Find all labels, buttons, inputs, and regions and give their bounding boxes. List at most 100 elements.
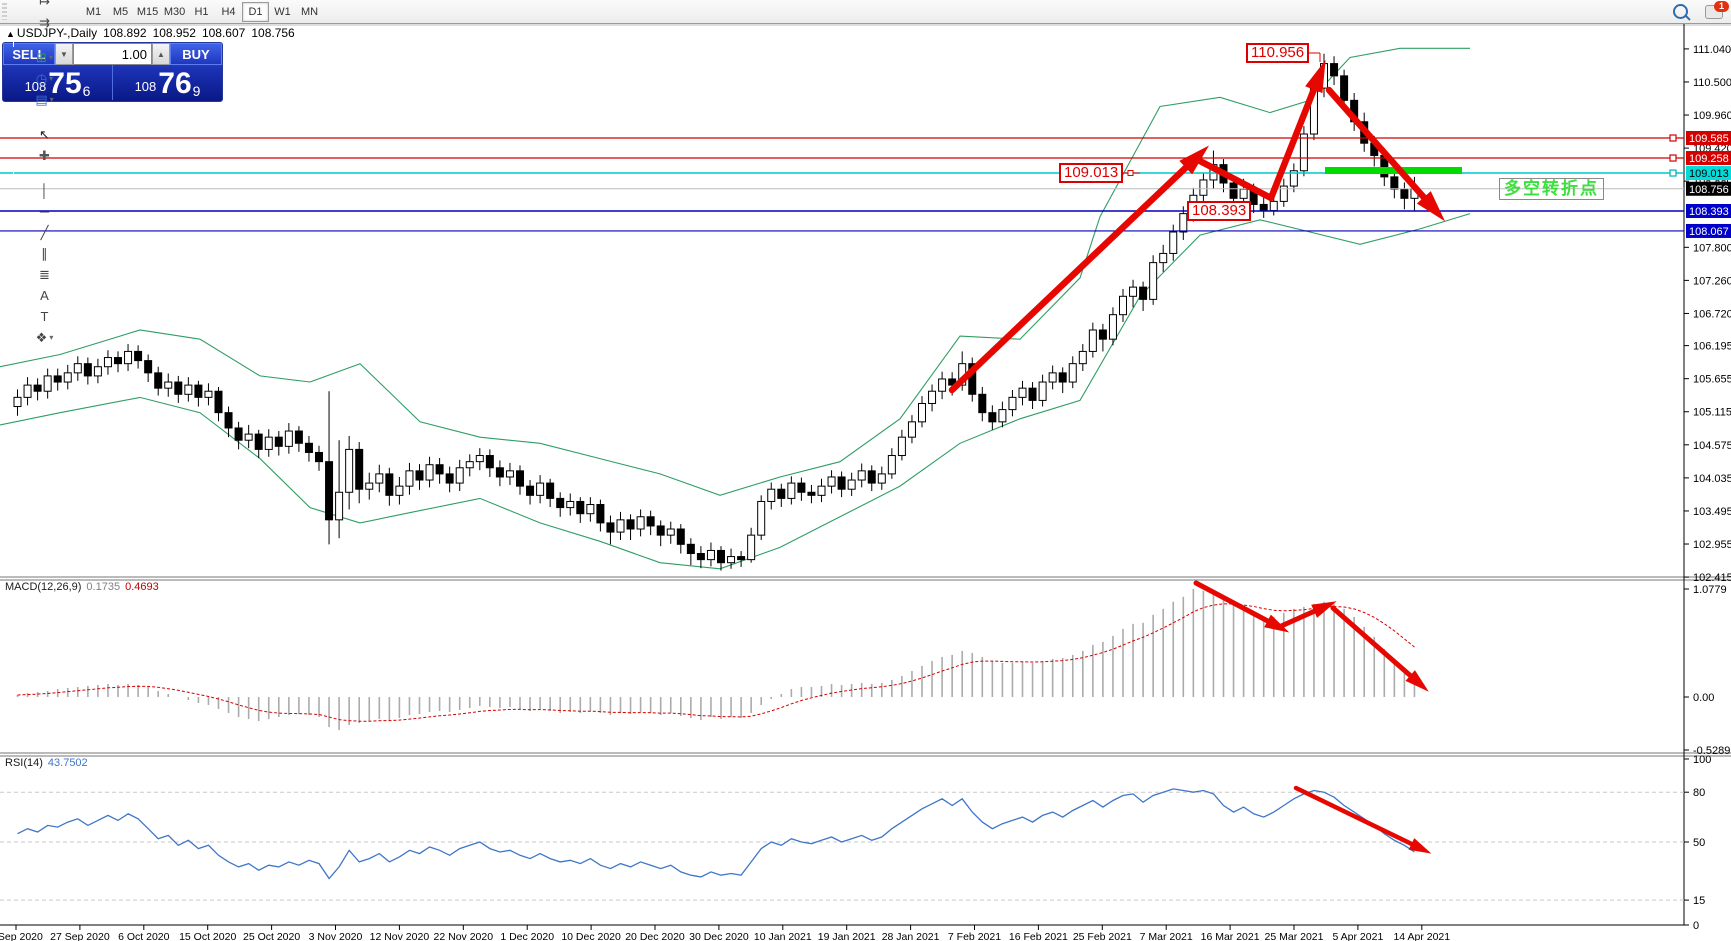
periods-icon-dropdown[interactable]: ▾ bbox=[49, 74, 53, 83]
peak-price-annotation[interactable]: 110.956 bbox=[1246, 43, 1310, 63]
macd-signal-line bbox=[17, 603, 1415, 722]
ohlc-low: 108.607 bbox=[201, 26, 246, 40]
templates-icon-dropdown[interactable]: ▾ bbox=[50, 95, 54, 104]
candle-body bbox=[103, 357, 112, 368]
candle-body bbox=[556, 497, 565, 509]
timeframe-h1[interactable]: H1 bbox=[188, 2, 215, 22]
pivot-zone-bar[interactable] bbox=[1325, 167, 1462, 174]
candle-body bbox=[646, 516, 655, 527]
horizontal-line-button[interactable]: ─ bbox=[10, 201, 79, 222]
add-indicator-icon-dropdown[interactable]: ▾ bbox=[49, 53, 53, 62]
price-axis-tick-label: 104.035 bbox=[1693, 473, 1731, 485]
timeframe-m1[interactable]: M1 bbox=[80, 2, 107, 22]
candle-body bbox=[214, 390, 223, 414]
timeframe-h4[interactable]: H4 bbox=[215, 2, 242, 22]
cursor-button[interactable]: ↖ bbox=[10, 124, 79, 145]
rsi-value: 43.7502 bbox=[47, 757, 88, 769]
timeframe-m15[interactable]: M15 bbox=[134, 2, 161, 22]
date-axis-label: 3 Nov 2020 bbox=[309, 931, 363, 941]
search-icon bbox=[1673, 4, 1688, 19]
price-line-handle[interactable] bbox=[1669, 134, 1677, 142]
crosshair-button[interactable]: ✚ bbox=[10, 145, 79, 166]
shapes-icon-dropdown[interactable]: ▾ bbox=[49, 333, 53, 342]
trend-arrowhead bbox=[1305, 59, 1326, 94]
chat-icon[interactable]: 1 bbox=[1705, 0, 1729, 19]
candle-body bbox=[1018, 387, 1027, 398]
vertical-line-button[interactable]: │ bbox=[10, 180, 79, 201]
price-line-handle[interactable] bbox=[1669, 154, 1677, 162]
candle-body bbox=[1179, 213, 1188, 233]
candle-body bbox=[254, 433, 263, 450]
timeframe-w1[interactable]: W1 bbox=[269, 2, 296, 22]
price-axis-tick-label: 105.115 bbox=[1693, 407, 1731, 419]
candle-body bbox=[1048, 372, 1057, 383]
shapes-button[interactable]: ❖ ▾ bbox=[10, 327, 79, 348]
date-axis-label: 14 Apr 2021 bbox=[1393, 931, 1450, 941]
rsi-axis-label: 0 bbox=[1693, 920, 1699, 932]
trend-arrow[interactable] bbox=[1293, 785, 1425, 852]
fibonacci-icon: ≣ bbox=[39, 266, 50, 282]
candle-body bbox=[154, 372, 163, 389]
timeframe-m30[interactable]: M30 bbox=[161, 2, 188, 22]
candle-body bbox=[284, 430, 293, 447]
price-axis-tick-label: 102.415 bbox=[1693, 572, 1731, 584]
date-axis-label: 16 Feb 2021 bbox=[1009, 931, 1068, 941]
macd-name: MACD(12,26,9) bbox=[5, 581, 82, 593]
candle-body bbox=[23, 384, 32, 398]
candle-body bbox=[204, 390, 213, 398]
candle-body bbox=[53, 375, 62, 383]
date-axis-label: 22 Nov 2020 bbox=[434, 931, 494, 941]
trend-arrow[interactable] bbox=[948, 152, 1202, 394]
buy-button[interactable]: BUY bbox=[170, 43, 222, 65]
trend-arrow[interactable] bbox=[1330, 605, 1423, 687]
candle-body bbox=[325, 461, 334, 521]
text-button[interactable]: A bbox=[10, 285, 79, 306]
trendline-button[interactable]: ╱ bbox=[10, 222, 79, 243]
trend-arrow[interactable] bbox=[1193, 580, 1282, 630]
rsi-label: RSI(14) 43.7502 bbox=[5, 757, 88, 769]
candle-body bbox=[727, 556, 736, 564]
chart-canvas[interactable]: 111.040110.500109.960109.420108.880107.8… bbox=[0, 0, 1731, 941]
candle-body bbox=[1340, 75, 1349, 101]
price-line-handle[interactable] bbox=[1669, 169, 1677, 177]
toolbar-grip[interactable] bbox=[2, 3, 7, 20]
auto-scroll-button[interactable]: ↦ bbox=[10, 0, 79, 12]
candle-body bbox=[505, 470, 514, 478]
candle-body bbox=[1149, 262, 1158, 300]
chart-shift-button[interactable]: ⇉ bbox=[10, 12, 79, 33]
candle-body bbox=[465, 461, 474, 469]
candle-body bbox=[847, 479, 856, 490]
candle-body bbox=[335, 491, 344, 521]
buy-price[interactable]: 108 76 9 bbox=[113, 65, 222, 100]
date-axis-label: 28 Jan 2021 bbox=[882, 931, 940, 941]
candle-body bbox=[1390, 176, 1399, 190]
candle-body bbox=[134, 350, 143, 362]
channel-button[interactable]: ∥ bbox=[10, 243, 79, 264]
text-label-button[interactable]: T bbox=[10, 306, 79, 327]
volume-increase-button[interactable]: ▲ bbox=[152, 43, 170, 65]
pivot-note-annotation[interactable]: 多空转折点 bbox=[1499, 178, 1604, 200]
volume-input[interactable] bbox=[73, 43, 152, 65]
add-indicator-button[interactable]: ⊞ ▾ bbox=[10, 47, 79, 68]
ohlc-open: 108.892 bbox=[103, 26, 147, 40]
shapes-icon: ❖ bbox=[35, 329, 48, 345]
trend-arrow[interactable] bbox=[1325, 86, 1439, 214]
timeframe-d1[interactable]: D1 bbox=[242, 1, 270, 22]
fibonacci-button[interactable]: ≣ bbox=[10, 264, 79, 285]
periods-button[interactable]: ◷ ▾ bbox=[10, 68, 79, 89]
cursor-icon: ↖ bbox=[39, 126, 50, 142]
timeframe-mn[interactable]: MN bbox=[296, 2, 323, 22]
rsi-line bbox=[17, 788, 1415, 880]
templates-button[interactable]: ▤ ▾ bbox=[10, 89, 79, 110]
rsi-name: RSI(14) bbox=[5, 757, 43, 769]
toolbar-separator bbox=[13, 165, 14, 180]
support-annotation-handle[interactable] bbox=[1127, 170, 1134, 177]
candle-body bbox=[174, 381, 183, 395]
date-axis-label: 15 Oct 2020 bbox=[179, 931, 236, 941]
timeframe-m5[interactable]: M5 bbox=[107, 2, 134, 22]
candle-body bbox=[194, 384, 203, 398]
search-button[interactable] bbox=[1667, 1, 1694, 22]
support-price-annotation[interactable]: 109.013 bbox=[1059, 163, 1124, 183]
low-price-annotation[interactable]: 108.393 bbox=[1187, 201, 1252, 221]
date-axis-label: 25 Oct 2020 bbox=[243, 931, 300, 941]
